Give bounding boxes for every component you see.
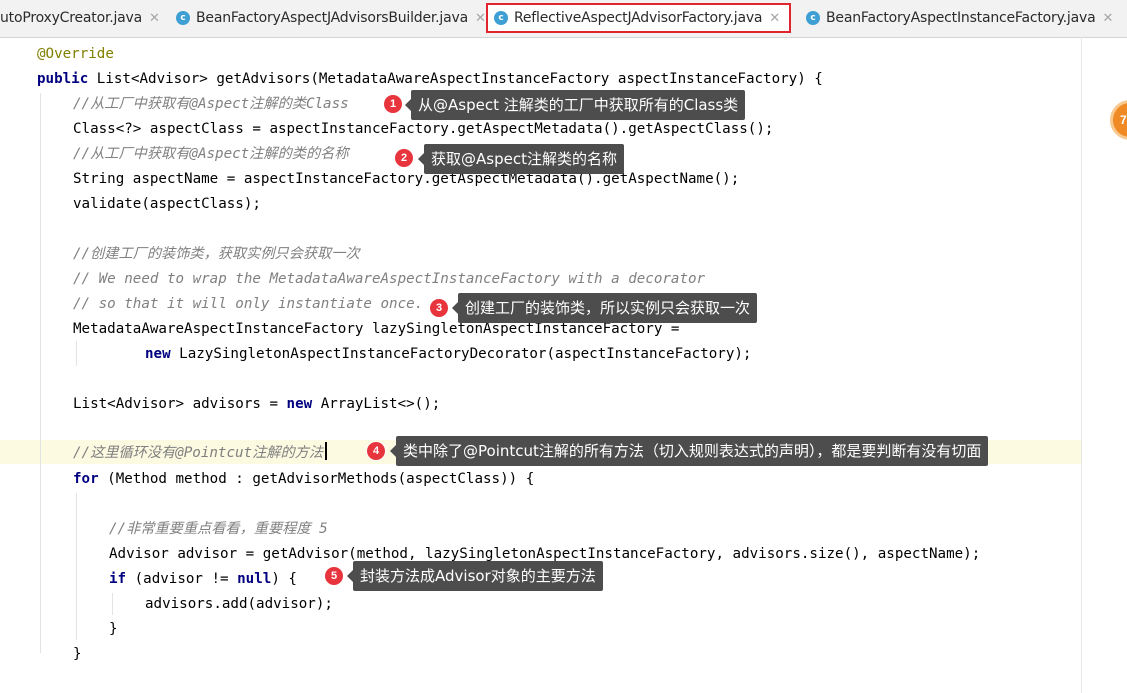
callout-number-badge: 2 [395, 149, 413, 167]
indent-guide [112, 593, 113, 615]
tab-label: BeanFactoryAspectInstanceFactory.java [826, 10, 1096, 26]
indent-guide [40, 93, 41, 653]
callout-annotation: 封装方法成Advisor对象的主要方法 [347, 561, 603, 591]
code-line: } [109, 621, 118, 637]
java-class-icon: c [806, 11, 820, 25]
java-class-icon: c [494, 11, 508, 25]
code-line: Class<?> aspectClass = aspectInstanceFac… [73, 121, 774, 137]
code-line: // We need to wrap the MetadataAwareAspe… [73, 271, 706, 287]
tab-label: utoProxyCreator.java [0, 10, 143, 26]
right-margin-guide [1081, 37, 1082, 693]
code-line: new LazySingletonAspectInstanceFactoryDe… [145, 346, 752, 362]
code-line: // so that it will only instantiate once… [73, 296, 424, 312]
callout-number-badge: 1 [384, 95, 402, 113]
code-line: for (Method method : getAdvisorMethods(a… [73, 471, 535, 487]
code-line: } [73, 646, 82, 662]
code-line: validate(aspectClass); [73, 196, 261, 212]
callout-number-badge: 3 [430, 299, 448, 317]
close-icon[interactable]: ✕ [769, 11, 780, 26]
close-icon[interactable]: ✕ [149, 11, 160, 26]
callout-number-badge: 4 [367, 442, 385, 460]
tab-label: ReflectiveAspectJAdvisorFactory.java [514, 10, 763, 26]
code-line: List<Advisor> advisors = new ArrayList<>… [73, 396, 441, 412]
tab-bean-factory-aspect-instance-factory[interactable]: c BeanFactoryAspectInstanceFactory.java … [800, 3, 1119, 33]
tab-reflective-aspectj-advisor-factory[interactable]: c ReflectiveAspectJAdvisorFactory.java ✕ [486, 3, 791, 33]
code-line: advisors.add(advisor); [145, 596, 333, 612]
callout-number-badge: 5 [325, 567, 343, 585]
callout-annotation: 获取@Aspect注解类的名称 [418, 144, 624, 174]
code-line: //这里循环没有@Pointcut注解的方法 [73, 441, 328, 466]
callout-annotation: 从@Aspect 注解类的工厂中获取所有的Class类 [404, 90, 746, 120]
code-line: //创建工厂的装饰类，获取实例只会获取一次 [73, 246, 360, 262]
code-line: //从工厂中获取有@Aspect注解的类的名称 [73, 146, 349, 162]
tab-bean-factory-aspectj-advisors-builder[interactable]: c BeanFactoryAspectJAdvisorsBuilder.java… [170, 3, 492, 33]
indent-guide [76, 493, 77, 640]
code-line: @Override [37, 46, 114, 62]
code-line: String aspectName = aspectInstanceFactor… [73, 171, 740, 187]
code-line: //非常重要重点看看，重要程度 5 [109, 521, 328, 537]
java-class-icon: c [176, 11, 190, 25]
code-line: //从工厂中获取有@Aspect注解的类Class [73, 96, 349, 112]
text-caret [325, 442, 328, 460]
close-icon[interactable]: ✕ [1102, 11, 1113, 26]
callout-annotation: 类中除了@Pointcut注解的所有方法（切入规则表达式的声明），都是要判断有没… [389, 436, 989, 466]
indent-guide [76, 341, 77, 366]
code-line: if (advisor != null) { [109, 571, 297, 587]
code-line: public List<Advisor> getAdvisors(Metadat… [37, 71, 823, 87]
close-icon[interactable]: ✕ [475, 11, 486, 26]
callout-annotation: 创建工厂的装饰类，所以实例只会获取一次 [451, 293, 758, 323]
editor-tab-bar: utoProxyCreator.java ✕ c BeanFactoryAspe… [0, 0, 1127, 38]
tab-label: BeanFactoryAspectJAdvisorsBuilder.java [196, 10, 468, 26]
tab-auto-proxy-creator[interactable]: utoProxyCreator.java ✕ [0, 3, 166, 33]
